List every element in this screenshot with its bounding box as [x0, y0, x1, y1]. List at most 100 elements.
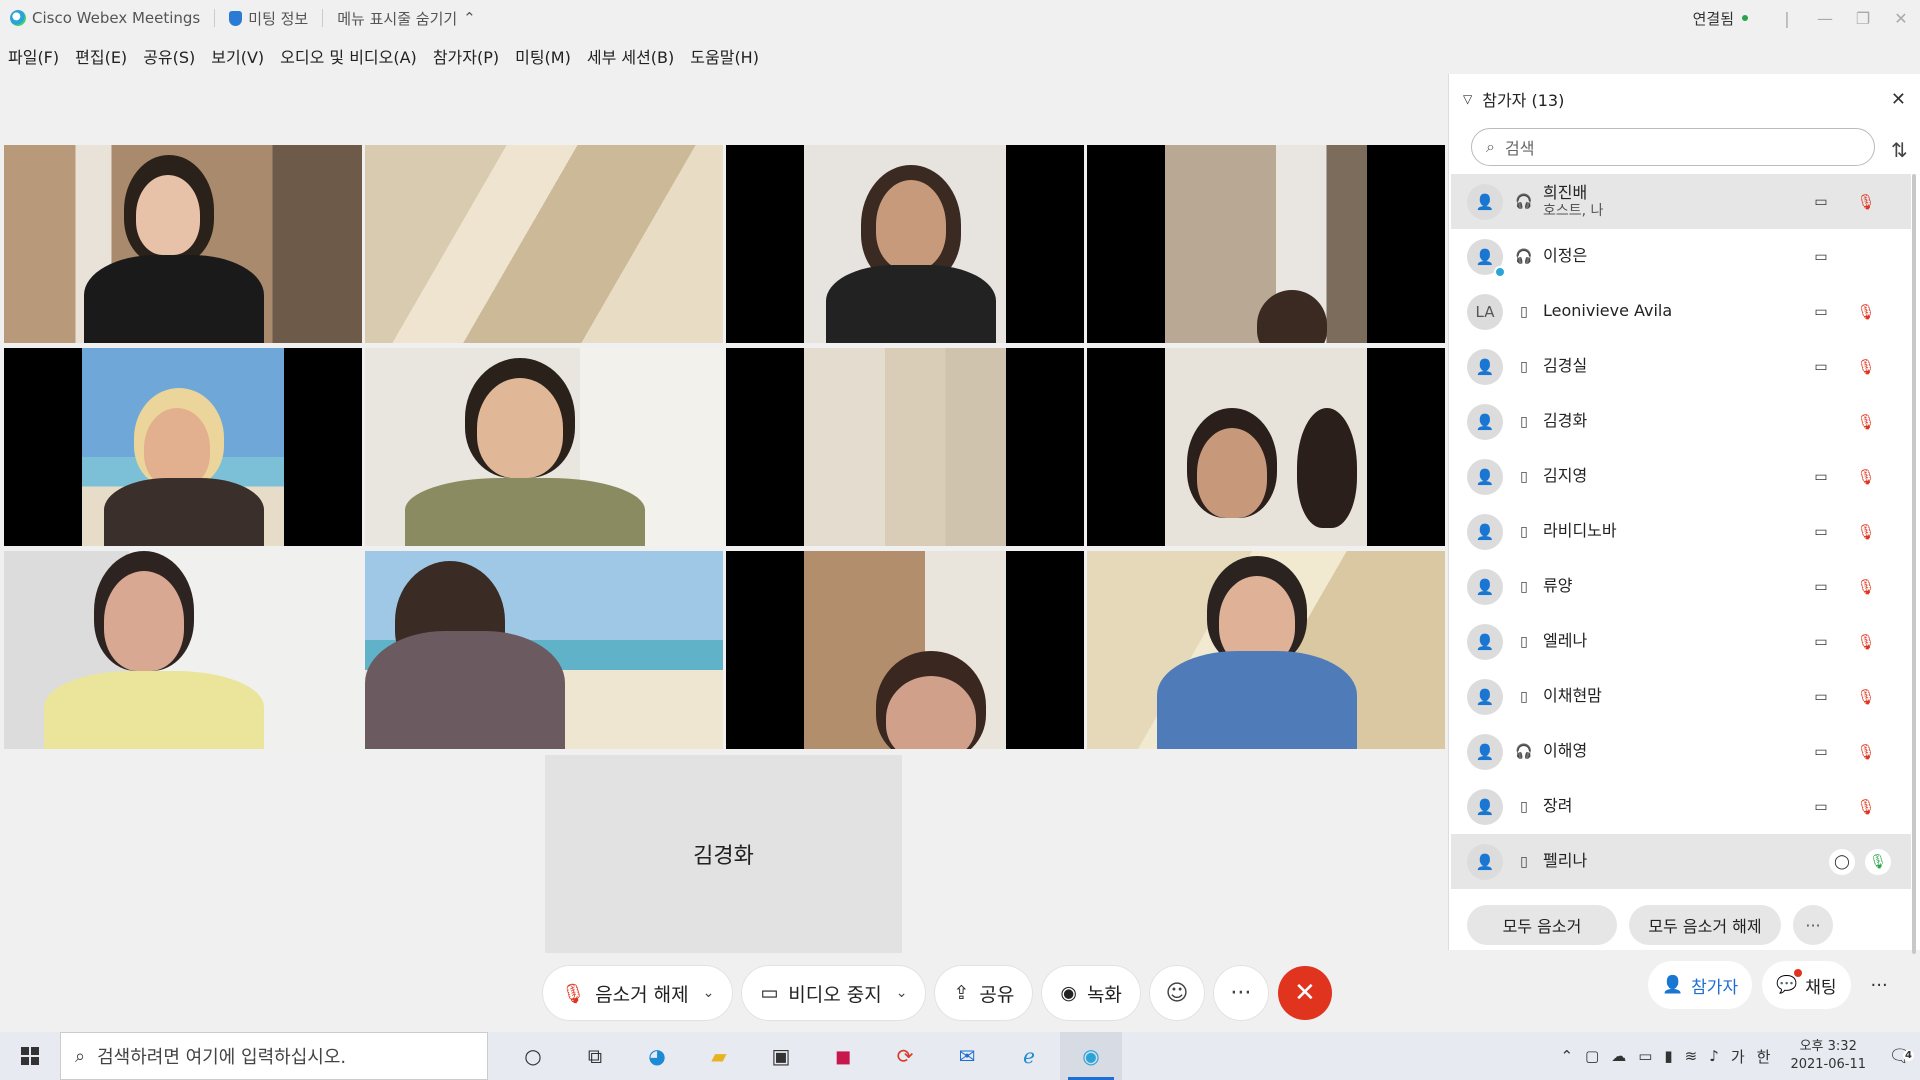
tab-participants[interactable]: 👤 참가자 [1648, 961, 1753, 1009]
menu-share[interactable]: 공유(S) [135, 44, 203, 68]
panel-scrollbar[interactable] [1912, 174, 1916, 954]
ime-mode-indicator[interactable]: 한 [1751, 1046, 1777, 1067]
internet-explorer-icon[interactable]: ℯ [998, 1032, 1060, 1080]
unmute-button[interactable]: 🎙 음소거 해제 ⌄ [543, 966, 733, 1020]
video-tile[interactable] [1087, 145, 1445, 343]
menu-meeting[interactable]: 미팅(M) [507, 44, 579, 68]
video-tile[interactable] [1087, 551, 1445, 749]
mail-icon[interactable]: ✉ [936, 1032, 998, 1080]
wifi-icon[interactable]: ≋ [1679, 1047, 1704, 1065]
edge-icon[interactable]: ◕ [626, 1032, 688, 1080]
participant-row[interactable]: 👤 ▯ 펠리나 ◯ 🎙 [1451, 834, 1911, 889]
cloud-icon[interactable]: ☁ [1605, 1047, 1632, 1065]
battery-icon[interactable]: ▮ [1658, 1047, 1678, 1065]
mic-muted-icon[interactable]: 🎙 [1841, 743, 1891, 761]
video-tile[interactable] [4, 145, 362, 343]
volume-icon[interactable]: ♪ [1703, 1047, 1725, 1065]
menu-participants[interactable]: 참가자(P) [425, 44, 507, 68]
panel-more-button[interactable]: ··· [1793, 905, 1833, 945]
sort-icon[interactable]: ⇅ [1891, 138, 1908, 162]
mic-muted-icon[interactable]: 🎙 [1841, 303, 1891, 321]
chevron-up-icon[interactable]: ⌃ [1554, 1047, 1579, 1065]
menu-help[interactable]: 도움말(H) [682, 44, 767, 68]
video-tile[interactable] [726, 145, 1084, 343]
chevron-down-icon[interactable]: ⌄ [896, 985, 908, 1001]
participant-row[interactable]: 👤 ▯ 김지영 ▭ 🎙 [1451, 449, 1911, 504]
sync-app-icon[interactable]: ⟳ [874, 1032, 936, 1080]
mic-muted-icon[interactable]: 🎙 [1841, 193, 1891, 211]
video-tile[interactable] [4, 348, 362, 546]
participant-role: 호스트, 나 [1543, 202, 1604, 219]
menu-edit[interactable]: 편집(E) [67, 44, 135, 68]
audio-only-tile[interactable]: 김경화 [545, 755, 902, 953]
share-button[interactable]: ⇪ 공유 [935, 966, 1033, 1020]
task-view-icon[interactable]: ⧉ [564, 1032, 626, 1080]
cortana-icon[interactable]: ○ [502, 1032, 564, 1080]
unmute-all-button[interactable]: 모두 음소거 해제 [1629, 905, 1781, 945]
video-tile[interactable] [1087, 348, 1445, 546]
menu-view[interactable]: 보기(V) [203, 44, 272, 68]
taskbar-search-input[interactable]: ⌕ 검색하려면 여기에 입력하십시오. [60, 1032, 488, 1080]
participant-row[interactable]: 👤 🎧 이정은 ▭ [1451, 229, 1911, 284]
menu-audio-video[interactable]: 오디오 및 비디오(A) [272, 44, 425, 68]
minimize-button[interactable]: — [1806, 9, 1844, 28]
taskbar-clock[interactable]: 오후 3:32 2021-06-11 [1776, 1038, 1880, 1073]
chevron-down-icon[interactable]: ⌄ [703, 985, 715, 1001]
menu-breakout[interactable]: 세부 세션(B) [579, 44, 682, 68]
close-panel-button[interactable]: ✕ [1891, 89, 1906, 110]
mute-all-button[interactable]: 모두 음소거 [1467, 905, 1617, 945]
mic-muted-icon[interactable]: 🎙 [1841, 358, 1891, 376]
stop-video-button[interactable]: ▭ 비디오 중지 ⌄ [742, 966, 926, 1020]
participant-row[interactable]: 👤 ▯ 김경화 🎙 [1451, 394, 1911, 449]
file-explorer-icon[interactable]: ▰ [688, 1032, 750, 1080]
mic-muted-icon[interactable]: 🎙 [1841, 468, 1891, 486]
webcam-icon[interactable]: ▢ [1579, 1047, 1605, 1065]
mic-muted-icon[interactable]: 🎙 [1841, 413, 1891, 431]
video-tile[interactable] [365, 348, 723, 546]
meeting-info-button[interactable]: 미팅 정보 [229, 8, 308, 29]
restore-button[interactable]: ❐ [1844, 9, 1882, 28]
chevron-down-icon[interactable]: ▽ [1463, 92, 1472, 106]
participant-row[interactable]: 👤 🎧 희진배 호스트, 나 ▭ 🎙 [1451, 174, 1911, 229]
window-close-button[interactable]: ✕ [1882, 9, 1920, 28]
video-tile[interactable] [365, 145, 723, 343]
chat-bubble-icon[interactable]: ◯ [1829, 848, 1855, 875]
participant-row[interactable]: LA ▯ Leonivieve Avila ▭ 🎙 [1451, 284, 1911, 339]
tab-chat[interactable]: 💬 채팅 [1762, 961, 1851, 1009]
video-tile[interactable] [365, 551, 723, 749]
participant-search-input[interactable]: ⌕ 검색 [1471, 128, 1875, 166]
participant-row[interactable]: 👤 ▯ 이채현맘 ▭ 🎙 [1451, 669, 1911, 724]
leave-meeting-button[interactable]: ✕ [1277, 966, 1332, 1020]
video-tile[interactable] [4, 551, 362, 749]
hide-menu-button[interactable]: 메뉴 표시줄 숨기기 ⌃ [337, 8, 476, 29]
reactions-button[interactable]: ☺ [1149, 966, 1204, 1020]
ime-lang-indicator[interactable]: 가 [1725, 1046, 1751, 1067]
participant-row[interactable]: 👤 🎧 이해영 ▭ 🎙 [1451, 724, 1911, 779]
monitor-icon[interactable]: ▭ [1632, 1047, 1658, 1065]
participant-row[interactable]: 👤 ▯ 라비디노바 ▭ 🎙 [1451, 504, 1911, 559]
mic-on-icon[interactable]: 🎙 [1865, 848, 1891, 875]
store-icon[interactable]: ▣ [750, 1032, 812, 1080]
menu-file[interactable]: 파일(F) [0, 44, 67, 68]
video-tile[interactable] [726, 551, 1084, 749]
participant-row[interactable]: 👤 ▯ 엘레나 ▭ 🎙 [1451, 614, 1911, 669]
participant-row[interactable]: 👤 ▯ 류양 ▭ 🎙 [1451, 559, 1911, 614]
search-placeholder: 검색 [1504, 139, 1535, 158]
participant-row[interactable]: 👤 ▯ 김경실 ▭ 🎙 [1451, 339, 1911, 394]
mic-muted-icon[interactable]: 🎙 [1841, 798, 1891, 816]
participant-face [104, 571, 184, 671]
webex-taskbar-icon[interactable]: ◉ [1060, 1032, 1122, 1080]
mic-muted-icon[interactable]: 🎙 [1841, 523, 1891, 541]
office-app-icon[interactable]: ◼ [812, 1032, 874, 1080]
start-button[interactable] [0, 1032, 60, 1080]
notification-center-button[interactable]: 🗨 4 [1880, 1046, 1920, 1067]
video-tile[interactable] [726, 348, 1084, 546]
panels-more-button[interactable]: ··· [1861, 975, 1898, 996]
more-options-button[interactable]: ··· [1213, 966, 1268, 1020]
mic-muted-icon[interactable]: 🎙 [1841, 688, 1891, 706]
app-title: Cisco Webex Meetings [10, 9, 200, 27]
mic-muted-icon[interactable]: 🎙 [1841, 578, 1891, 596]
mic-muted-icon[interactable]: 🎙 [1841, 633, 1891, 651]
participant-row[interactable]: 👤 ▯ 장려 ▭ 🎙 [1451, 779, 1911, 834]
record-button[interactable]: ◉ 녹화 [1042, 966, 1140, 1020]
